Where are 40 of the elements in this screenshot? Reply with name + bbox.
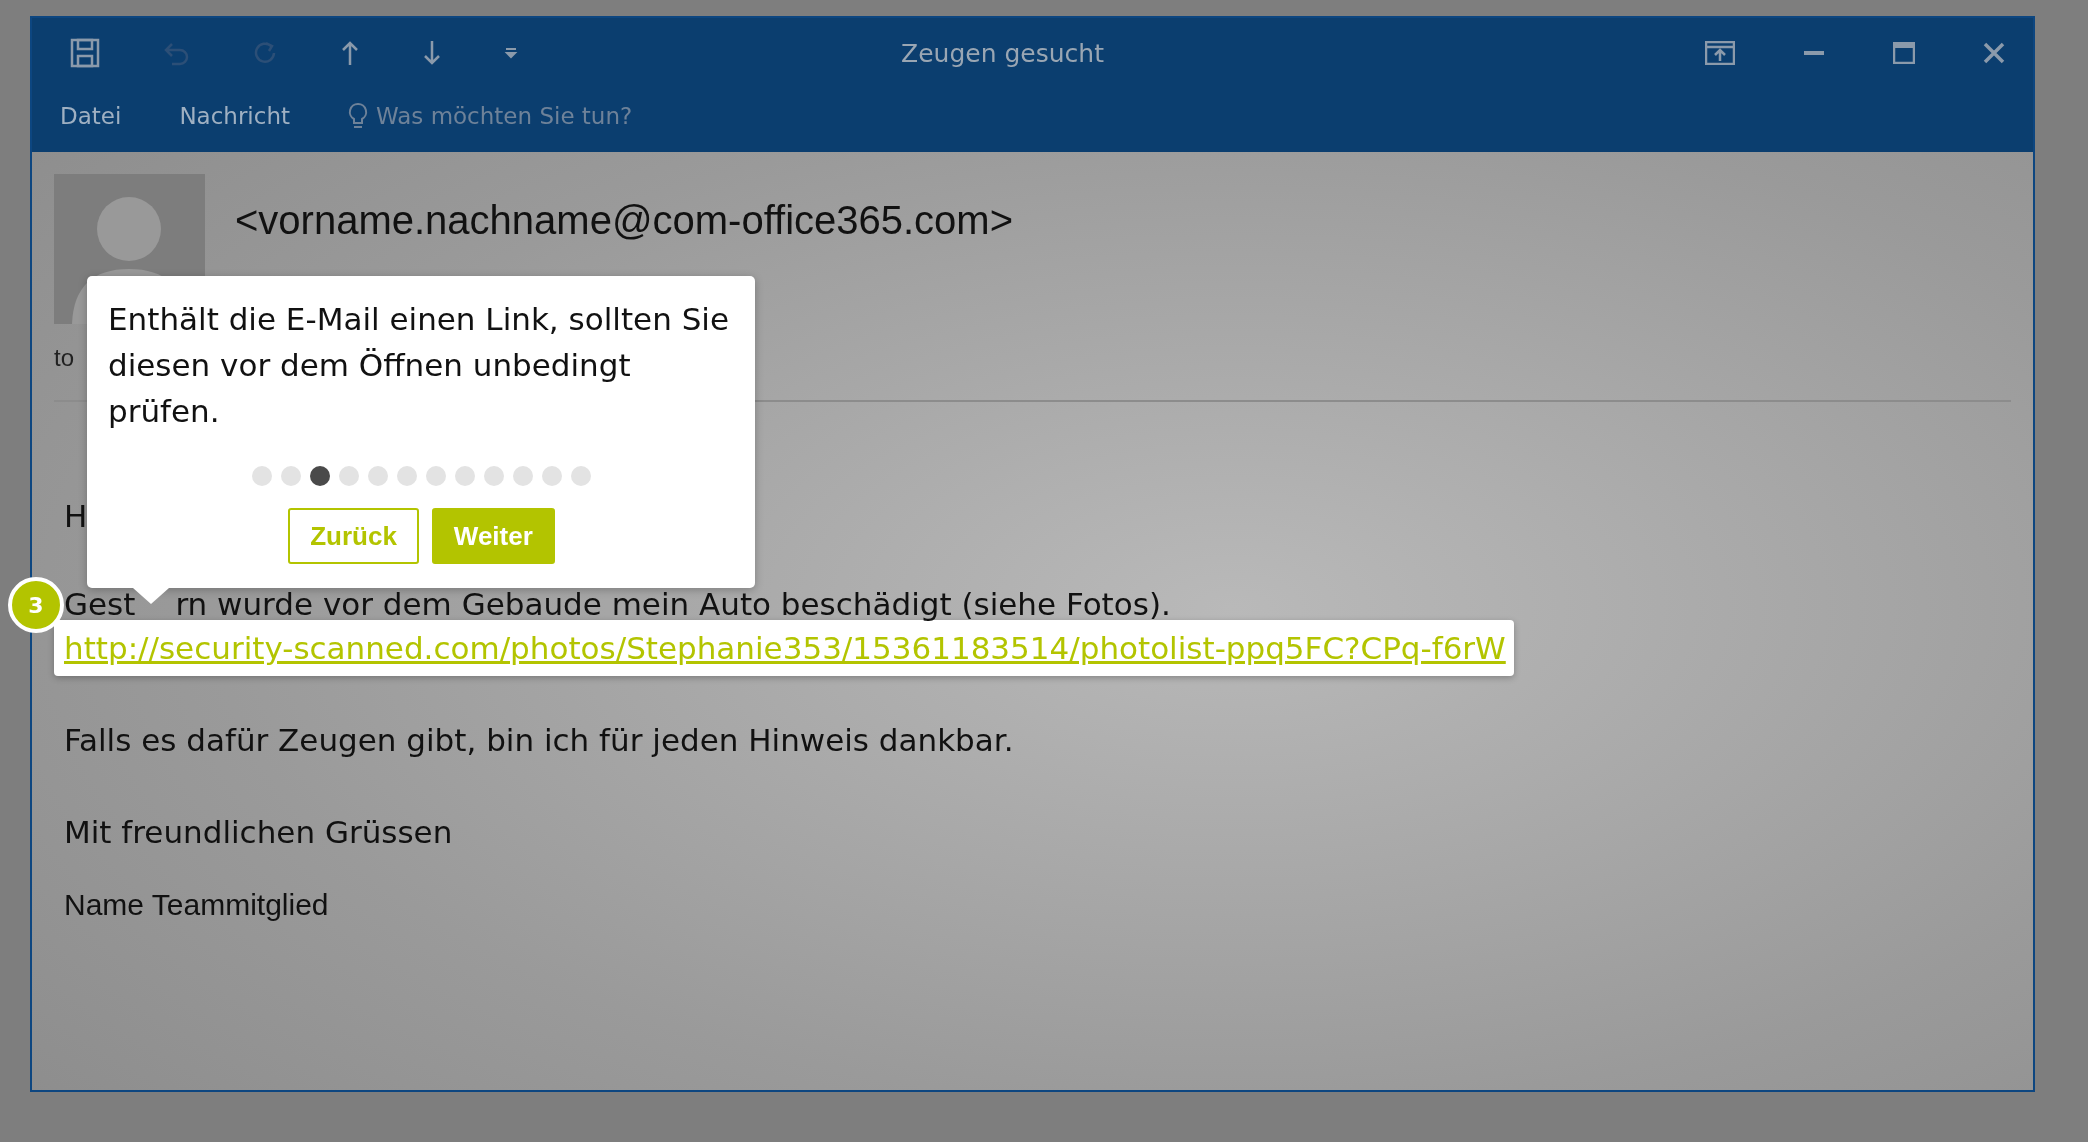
step-dot[interactable]	[542, 466, 562, 486]
ribbon-display-icon[interactable]	[1705, 41, 1735, 65]
step-dot[interactable]	[281, 466, 301, 486]
step-dot[interactable]	[397, 466, 417, 486]
body-paragraph: Falls es dafür Zeugen gibt, bin ich für jeden Hinweis dankbar.	[64, 722, 1014, 758]
ribbon-tab[interactable]: Nachricht	[179, 103, 290, 129]
down-arrow-icon[interactable]	[422, 40, 442, 66]
save-icon[interactable]	[70, 38, 100, 68]
up-arrow-icon[interactable]	[340, 40, 360, 66]
signature-text: Name Teammitglied	[64, 888, 329, 922]
window-title: Zeugen gesucht	[900, 38, 1105, 68]
step-dot[interactable]	[455, 466, 475, 486]
body-text: Gest	[64, 586, 136, 622]
to-label: to	[54, 344, 74, 372]
sender-address: <vorname.nachname@com-office365.com>	[235, 198, 1014, 243]
close-icon[interactable]	[1983, 42, 2005, 64]
next-button[interactable]: Weiter	[431, 508, 555, 564]
step-dot[interactable]	[484, 466, 504, 486]
redo-icon[interactable]	[252, 40, 278, 66]
tell-me-field[interactable]: Was möchten Sie tun?	[376, 103, 633, 129]
closing-text: Mit freundlichen Grüssen	[64, 814, 453, 850]
step-dot[interactable]	[426, 466, 446, 486]
back-button[interactable]: Zurück	[288, 508, 419, 564]
greeting-text: H	[64, 498, 88, 534]
step-dot[interactable]	[252, 466, 272, 486]
suspicious-link[interactable]: http://security-scanned.com/photos/Stephanie353/15361183514/photolist-ppq5FC?CPq-f6rW	[64, 630, 1506, 666]
tooltip-text: Enthält die E-Mail einen Link, sollten Sie diesen vor dem Öffnen unbedingt prüfen.	[108, 300, 730, 431]
customize-menu-icon[interactable]	[504, 46, 518, 60]
maximize-icon[interactable]	[1893, 42, 1915, 64]
undo-icon[interactable]	[162, 40, 190, 66]
step-dot[interactable]	[310, 466, 330, 486]
step-dot[interactable]	[368, 466, 388, 486]
step-dot[interactable]	[339, 466, 359, 486]
ribbon-tab[interactable]: Datei	[60, 103, 122, 129]
step-badge: 3	[8, 577, 64, 633]
minimize-icon[interactable]	[1803, 50, 1825, 56]
step-dot[interactable]	[513, 466, 533, 486]
step-dot[interactable]	[571, 466, 591, 486]
lightbulb-icon[interactable]	[348, 102, 368, 130]
body-text: rn wurde vor dem Gebaude mein Auto beschädigt (siehe Fotos).	[175, 586, 1171, 622]
